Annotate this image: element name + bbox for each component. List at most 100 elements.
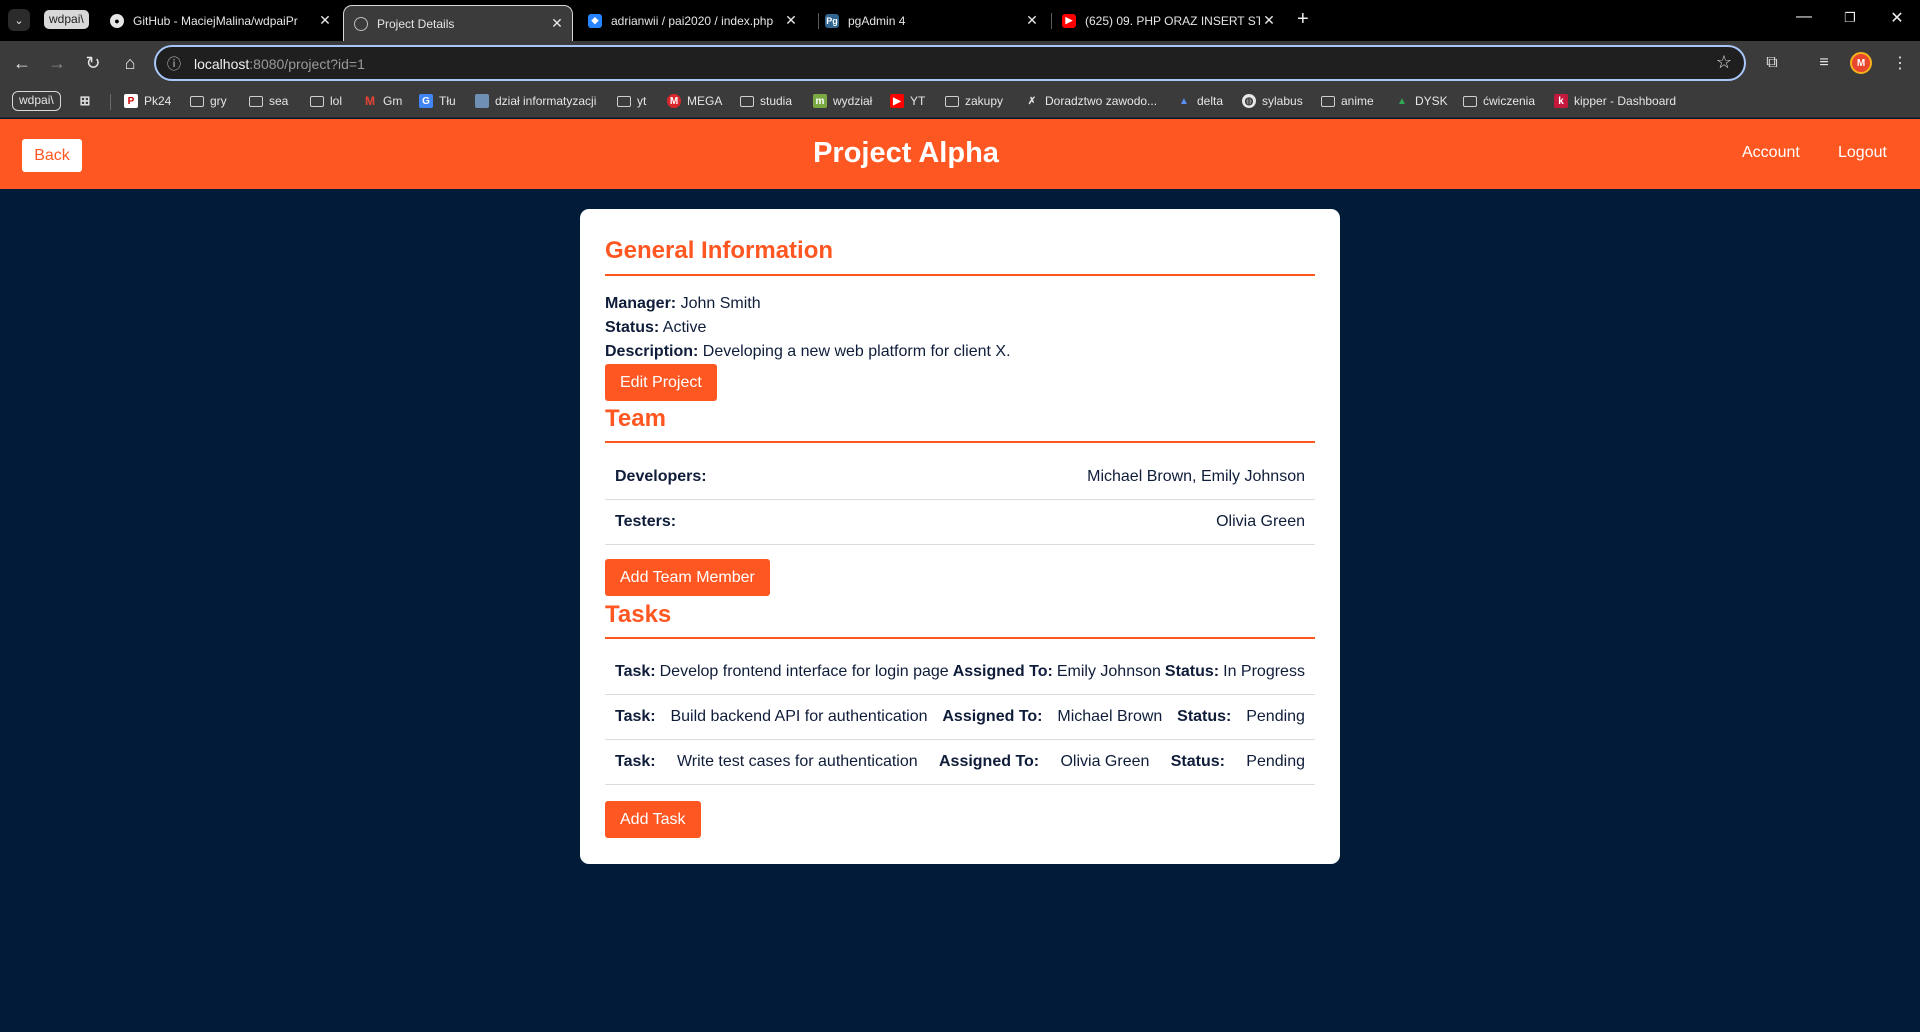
- bookmark-label: delta: [1197, 94, 1224, 108]
- tab-pgadmin[interactable]: Pg pgAdmin 4 ✕: [815, 6, 1047, 35]
- bookmark-anime[interactable]: anime: [1321, 92, 1374, 110]
- bookmark-label: kipper - Dashboard: [1574, 94, 1677, 108]
- description-label: Description:: [605, 343, 699, 360]
- bookmark-label: sea: [269, 94, 289, 108]
- task-row: Task: Write test cases for authenticatio…: [605, 740, 1315, 785]
- section-divider: [605, 441, 1315, 443]
- bookmark-doradztwo[interactable]: ✗ Doradztwo zawodo...: [1025, 92, 1157, 110]
- bookmark-kipper[interactable]: k kipper - Dashboard: [1554, 92, 1676, 110]
- assigned-value: Michael Brown: [1057, 708, 1163, 725]
- home-icon[interactable]: ⌂: [117, 50, 143, 76]
- tab-project-details[interactable]: Project Details ✕: [343, 5, 573, 41]
- close-icon[interactable]: ✕: [316, 12, 334, 29]
- tab-title: (625) 09. PHP ORAZ INSERT STA: [1085, 13, 1260, 28]
- media-control-icon[interactable]: ≡: [1811, 50, 1837, 76]
- youtube-icon: ▶: [890, 94, 904, 108]
- kipper-icon: k: [1554, 94, 1568, 108]
- bookmark-sylabus[interactable]: ◍ sylabus: [1242, 92, 1303, 110]
- minimize-icon[interactable]: —: [1781, 8, 1827, 26]
- assigned-value: Olivia Green: [1060, 753, 1150, 770]
- tab-github[interactable]: ● GitHub - MaciejMalina/wdpaiPr ✕: [100, 6, 340, 35]
- forward-arrow-icon[interactable]: →: [44, 50, 70, 76]
- folder-icon: [190, 95, 204, 107]
- task-status-value: Pending: [1246, 708, 1305, 725]
- task-status-value: In Progress: [1223, 663, 1305, 680]
- delta-icon: ▲: [1179, 95, 1189, 107]
- task-label: Task:: [615, 708, 656, 725]
- pgadmin-icon: Pg: [825, 13, 839, 28]
- close-icon[interactable]: ✕: [1260, 12, 1278, 29]
- bookmark-gm[interactable]: M Gm: [363, 92, 402, 110]
- bookmark-mega[interactable]: M MEGA: [667, 92, 722, 110]
- bookmark-studia[interactable]: studia: [740, 92, 792, 110]
- close-icon[interactable]: ✕: [782, 12, 800, 29]
- bookmark-star-icon[interactable]: ☆: [1716, 52, 1732, 73]
- bookmark-label: yt: [637, 94, 647, 108]
- team-role-label: Testers:: [615, 513, 677, 530]
- bookmark-gry[interactable]: gry: [190, 92, 227, 110]
- address-bar[interactable]: ⓘ localhost:8080/project?id=1 ☆: [154, 45, 1746, 81]
- folder-icon: [945, 95, 959, 107]
- task-status-label: Status:: [1177, 708, 1232, 725]
- gmail-icon: M: [365, 94, 375, 108]
- tab-group-chip[interactable]: wdpai\: [44, 10, 89, 29]
- pk-icon: P: [124, 94, 138, 108]
- task-status-value: Pending: [1246, 753, 1305, 770]
- bookmark-group-chip[interactable]: wdpai\: [12, 91, 61, 111]
- bookmark-cwiczenia[interactable]: ćwiczenia: [1463, 92, 1535, 110]
- add-task-button[interactable]: Add Task: [605, 801, 701, 838]
- profile-avatar[interactable]: M: [1850, 52, 1872, 74]
- extensions-icon[interactable]: ⧉: [1759, 50, 1785, 76]
- window-close-icon[interactable]: ✕: [1874, 8, 1920, 28]
- project-details-card: General Information Manager: John Smith …: [580, 209, 1340, 864]
- bookmark-tlu[interactable]: G Tłu: [419, 92, 456, 110]
- bookmark-zakupy[interactable]: zakupy: [945, 92, 1003, 110]
- tab-bitbucket[interactable]: ◆ adrianwii / pai2020 / index.php ✕: [578, 6, 806, 35]
- account-link[interactable]: Account: [1742, 144, 1800, 162]
- bookmark-sea[interactable]: sea: [249, 92, 288, 110]
- browser-tabstrip: ⌄ wdpai\ ● GitHub - MaciejMalina/wdpaiPr…: [0, 0, 1920, 41]
- tab-search-chevron-icon[interactable]: ⌄: [8, 9, 30, 31]
- bookmark-pk24[interactable]: P Pk24: [124, 92, 171, 110]
- drive-icon: ▲: [1397, 95, 1407, 107]
- tab-youtube[interactable]: ▶ (625) 09. PHP ORAZ INSERT STA ✕: [1052, 6, 1284, 35]
- manager-value: John Smith: [680, 295, 761, 312]
- bookmark-label: sylabus: [1262, 94, 1303, 108]
- task-value: Develop frontend interface for login pag…: [659, 663, 949, 680]
- tab-title: adrianwii / pai2020 / index.php: [611, 13, 774, 28]
- edit-project-button[interactable]: Edit Project: [605, 364, 717, 401]
- folder-icon: [249, 95, 263, 107]
- back-arrow-icon[interactable]: ←: [9, 50, 35, 76]
- bookmark-dysk[interactable]: ▲ DYSK: [1395, 92, 1448, 110]
- bookmark-label: Gm: [383, 94, 403, 108]
- github-icon: ●: [110, 13, 124, 28]
- task-value: Write test cases for authentication: [676, 753, 918, 770]
- bookmark-label: studia: [760, 94, 793, 108]
- bookmark-label: zakupy: [965, 94, 1004, 108]
- tab-title: pgAdmin 4: [848, 13, 906, 28]
- bookmark-delta[interactable]: ▲ delta: [1177, 92, 1223, 110]
- section-divider: [605, 274, 1315, 276]
- close-icon[interactable]: ✕: [548, 15, 566, 32]
- task-label: Task:: [615, 753, 656, 770]
- bookmark-wydzial[interactable]: m wydział: [813, 92, 872, 110]
- bookmark-dzial[interactable]: dział informatyzacji: [475, 92, 596, 110]
- folder-icon: [740, 95, 754, 107]
- new-tab-plus-icon[interactable]: +: [1297, 8, 1309, 31]
- team-row-testers: Testers: Olivia Green: [605, 500, 1315, 545]
- tab-title: GitHub - MaciejMalina/wdpaiPr: [133, 13, 298, 28]
- reload-icon[interactable]: ↻: [80, 50, 106, 76]
- close-icon[interactable]: ✕: [1023, 12, 1041, 29]
- bookmark-yt-folder[interactable]: yt: [617, 92, 646, 110]
- add-team-member-button[interactable]: Add Team Member: [605, 559, 770, 596]
- bookmark-yt[interactable]: ▶ YT: [890, 92, 925, 110]
- bookmark-lol[interactable]: lol: [310, 92, 342, 110]
- restore-icon[interactable]: ❐: [1827, 10, 1873, 26]
- url-host: localhost: [194, 56, 250, 72]
- logout-link[interactable]: Logout: [1838, 144, 1887, 162]
- apps-grid-icon[interactable]: ⊞: [78, 92, 98, 110]
- site-info-icon[interactable]: ⓘ: [167, 54, 181, 74]
- site-icon: m: [813, 94, 827, 108]
- bookmark-label: DYSK: [1415, 94, 1448, 108]
- menu-kebab-icon[interactable]: ⋮: [1887, 50, 1913, 76]
